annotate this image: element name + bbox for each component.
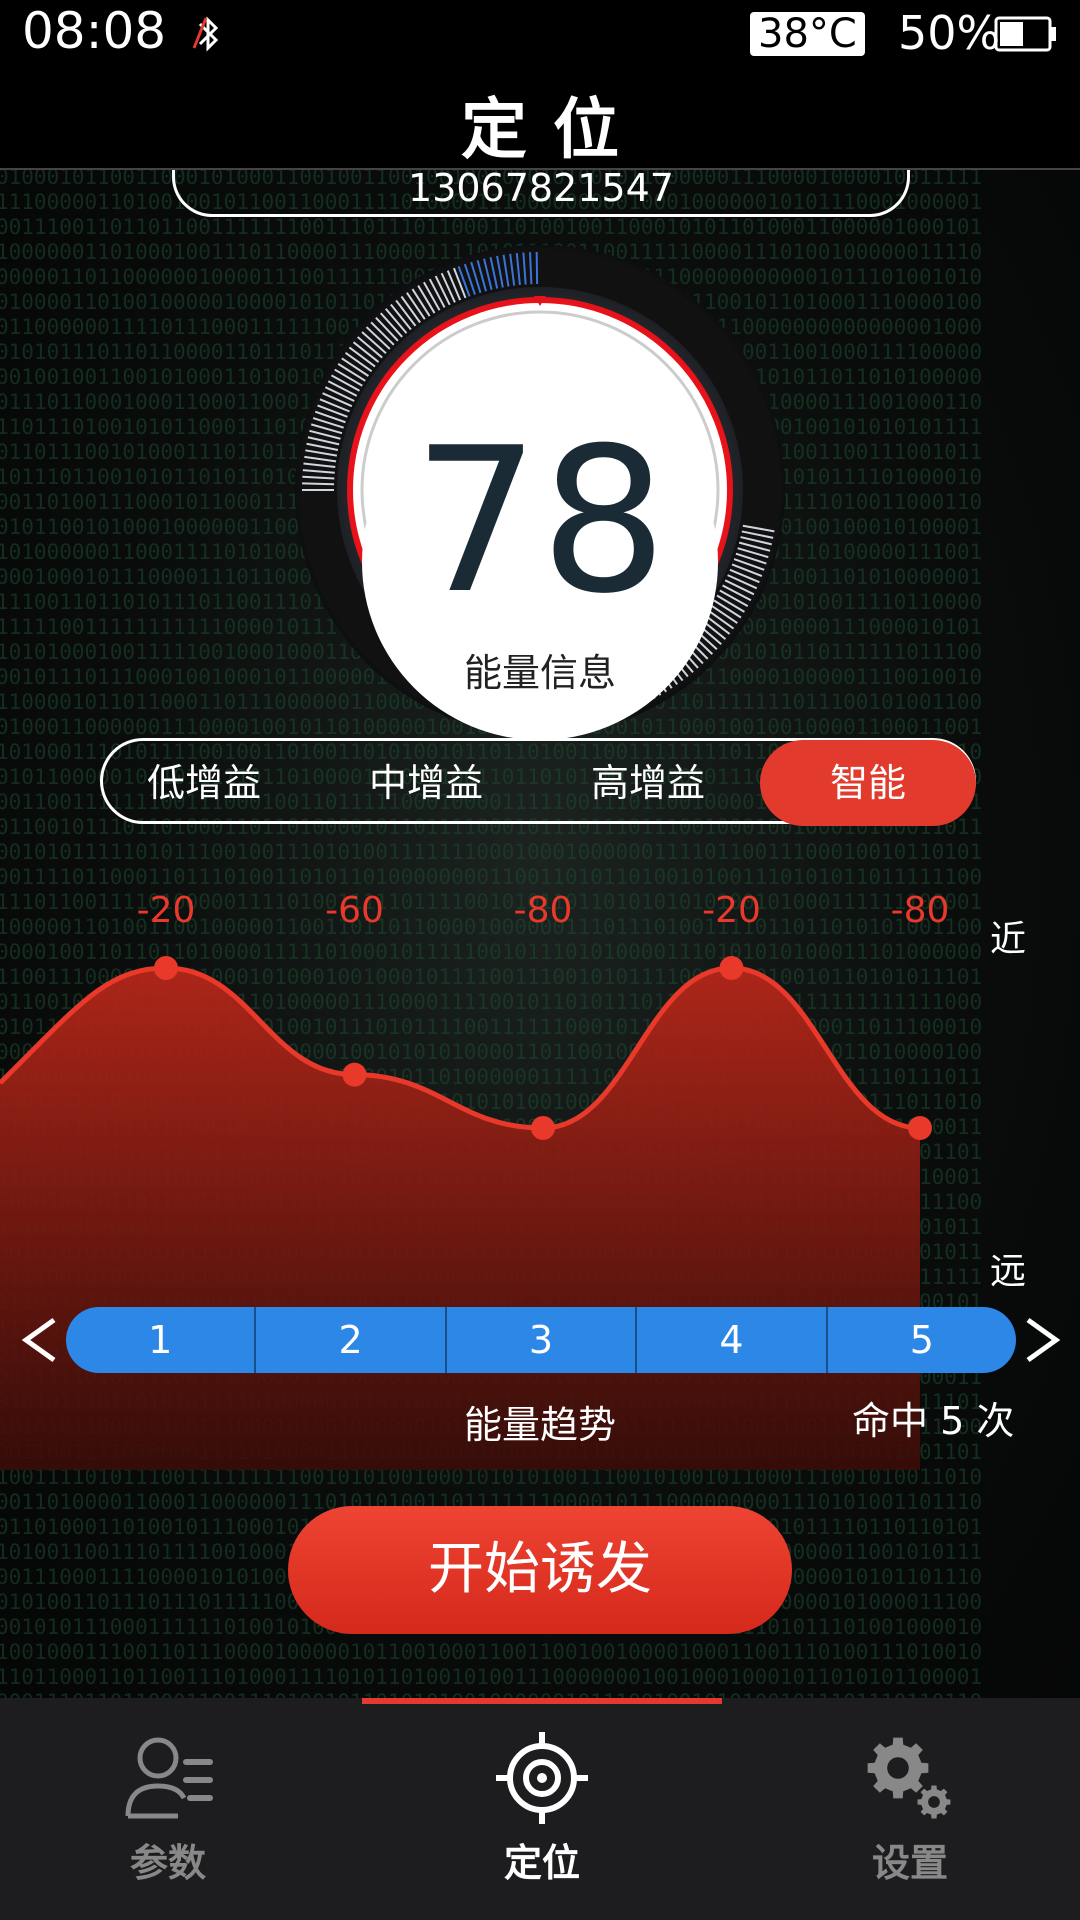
battery-percent: 50% — [898, 6, 1001, 60]
chart-point — [719, 956, 744, 980]
segment-selector: 1 2 3 4 5 — [66, 1307, 1016, 1373]
page-title: 定位 — [461, 91, 645, 168]
chart-point — [531, 1116, 555, 1140]
main-area: 0100010110011000101000110010011001001001… — [0, 170, 1080, 1698]
gain-option-low[interactable]: 低增益 — [112, 740, 296, 826]
bluetooth-off-icon — [192, 16, 219, 52]
svg-text:001110011011011001111111001110: 0011100110110110011111110011101110110001… — [0, 215, 982, 239]
gauge-tick — [529, 252, 533, 285]
chart-point — [154, 956, 178, 980]
chart-data-label: -20 — [137, 890, 196, 931]
chart-data-label: -80 — [514, 890, 573, 931]
chart-near-label: 近 — [990, 919, 1027, 960]
tab-params-label: 参数 — [129, 1841, 206, 1885]
status-time: 08:08 — [22, 2, 167, 60]
chart-point — [342, 1062, 367, 1087]
segment-4[interactable]: 4 — [637, 1307, 828, 1373]
svg-text:100100011100110111000010000010: 1001000111001101110000100000101100100011… — [0, 1640, 982, 1664]
gauge-value: 78 — [412, 405, 668, 638]
tab-params[interactable]: 参数 — [68, 1728, 268, 1887]
chart-point — [908, 1116, 932, 1140]
status-bar: 08:08 38°C 50% — [0, 0, 1080, 70]
segment-1[interactable]: 1 — [66, 1307, 257, 1373]
energy-trend-chart: -20 -60 -80 -20 -80 — [0, 890, 950, 1470]
chart-data-label: -20 — [702, 890, 761, 931]
next-arrow-icon[interactable] — [1022, 1308, 1062, 1372]
title-bar: 定位 — [0, 70, 1080, 170]
prev-arrow-icon[interactable] — [20, 1308, 60, 1372]
tab-locate[interactable]: 定位 — [442, 1728, 642, 1887]
gauge-center: 78 能量信息 — [362, 384, 718, 740]
battery-icon — [994, 16, 1056, 52]
gain-option-mid[interactable]: 中增益 — [334, 740, 518, 826]
gauge-tick — [302, 482, 335, 486]
chart-data-label: -80 — [891, 890, 950, 931]
chart-far-label: 远 — [990, 1251, 1027, 1292]
user-list-icon — [125, 1737, 213, 1819]
segment-2[interactable]: 2 — [256, 1307, 447, 1373]
hits-count: 命中 5 次 — [852, 1399, 1015, 1443]
tab-settings[interactable]: 设置 — [810, 1728, 1010, 1887]
segment-5[interactable]: 5 — [828, 1307, 1016, 1373]
chart-data-label: -60 — [325, 890, 384, 931]
target-icon — [496, 1732, 588, 1824]
bottom-tab-bar: 参数 定位 设置 — [0, 1698, 1080, 1920]
temperature-badge: 38°C — [750, 12, 865, 56]
gears-icon — [867, 1737, 951, 1819]
device-phone-box: 13067821547 — [172, 170, 910, 217]
gain-option-high[interactable]: 高增益 — [556, 740, 740, 826]
segment-3[interactable]: 3 — [447, 1307, 638, 1373]
active-tab-indicator — [362, 1698, 722, 1704]
gain-option-smart[interactable]: 智能 — [760, 740, 976, 826]
device-phone: 13067821547 — [408, 170, 674, 210]
tab-locate-label: 定位 — [503, 1841, 580, 1885]
svg-text:000111011011000110011101001011: 0001110110110001100111010010110101010010… — [0, 1690, 982, 1698]
start-trigger-button[interactable]: 开始诱发 — [288, 1506, 792, 1634]
gauge-label: 能量信息 — [463, 651, 616, 695]
tab-settings-label: 设置 — [871, 1841, 948, 1885]
svg-text:110110001101100111010001111010: 1101100011011001110100011110101101001010… — [0, 1665, 982, 1689]
